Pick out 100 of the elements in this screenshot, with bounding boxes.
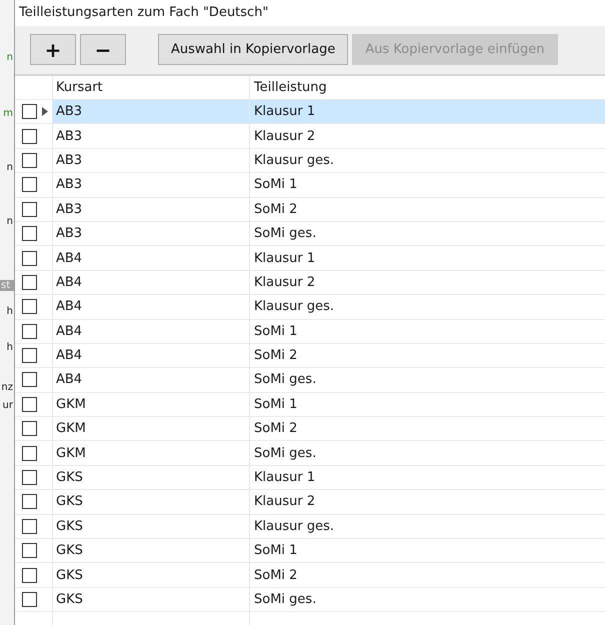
table-cell: AB3: [53, 222, 250, 246]
table-cell-text: SoMi 1: [253, 322, 298, 341]
table-cell-text: SoMi 2: [253, 566, 298, 585]
background-window-text: m: [3, 108, 13, 119]
table-row[interactable]: AB4 Klausur 2: [15, 270, 605, 296]
table-cell: AB4: [53, 368, 250, 392]
add-button[interactable]: +: [30, 34, 76, 65]
table-row[interactable]: AB4 SoMi 2: [15, 344, 605, 368]
table-cell: GKM: [53, 417, 250, 440]
table-cell: AB4: [53, 246, 250, 270]
column-header[interactable]: Teilleistung: [250, 76, 605, 99]
table-cell: AB4: [53, 295, 250, 319]
table-row[interactable]: GKM SoMi 2: [15, 417, 605, 442]
table-cell-text: Klausur 2: [253, 128, 316, 146]
table-row[interactable]: GKM SoMi 1: [15, 392, 605, 418]
table-cell-text: SoMi 1: [253, 542, 298, 560]
table-cell: GKS: [53, 563, 250, 587]
row-checkbox[interactable]: [22, 592, 37, 607]
table-cell: GKS: [53, 514, 250, 538]
table-cell-text: Klausur 2: [253, 274, 316, 292]
table-cell-text: SoMi ges.: [253, 371, 318, 390]
row-checkbox[interactable]: [22, 202, 37, 217]
table-row[interactable]: AB4 SoMi ges.: [15, 368, 605, 393]
column-header[interactable]: Kursart: [53, 76, 250, 99]
table-cell: AB4: [53, 320, 250, 343]
background-window-text: nz: [1, 382, 13, 393]
table-row[interactable]: AB4 Klausur 1: [15, 246, 605, 271]
row-checkbox[interactable]: [22, 543, 37, 558]
background-window-text: n: [6, 216, 13, 227]
table-row[interactable]: AB3 Klausur ges.: [15, 148, 605, 174]
table-row[interactable]: GKS Klausur 2: [15, 490, 605, 515]
table-cell: GKM: [53, 441, 250, 465]
remove-button[interactable]: −: [80, 34, 126, 65]
table-cell-text: Klausur 1: [253, 250, 316, 268]
table-cell-text: SoMi 2: [253, 347, 298, 366]
row-checkbox[interactable]: [22, 518, 37, 534]
toolbar-button[interactable]: Auswahl in Kopiervorlage: [158, 34, 348, 65]
table-row[interactable]: GKS Klausur 1: [15, 466, 605, 490]
table-cell-text: Klausur 1: [253, 469, 316, 488]
table-cell: GKM: [53, 392, 250, 416]
table-cell: AB3: [53, 148, 250, 172]
row-checkbox[interactable]: [22, 226, 37, 242]
table-cell: Klausur 1: [250, 100, 605, 124]
table-cell-text: Klausur ges.: [253, 518, 335, 536]
table-cell-text: Klausur ges.: [253, 298, 335, 316]
table-cell: AB3: [53, 173, 250, 197]
table-row[interactable]: GKS SoMi ges.: [15, 588, 605, 612]
row-checkbox[interactable]: [22, 324, 37, 339]
dialog-title: Teilleistungsarten zum Fach "Deutsch": [18, 4, 270, 22]
table-cell: AB4: [53, 270, 250, 294]
background-window-text: st: [0, 280, 14, 291]
table-row[interactable]: AB3 Klausur 1: [15, 100, 605, 124]
row-checkbox[interactable]: [22, 568, 37, 583]
row-checkbox[interactable]: [22, 348, 37, 364]
table-row[interactable]: GKS SoMi 2: [15, 563, 605, 588]
background-window-text: h: [6, 306, 13, 317]
table-row[interactable]: AB3 SoMi 1: [15, 173, 605, 198]
table-row[interactable]: GKM SoMi ges.: [15, 441, 605, 466]
table-cell-text: SoMi 1: [253, 176, 298, 194]
background-window-text: h: [6, 342, 13, 353]
table-cell-text: SoMi 2: [253, 200, 298, 219]
table-cell-text: Klausur 2: [253, 493, 316, 512]
row-checkbox[interactable]: [22, 177, 37, 192]
table-cell: AB3: [53, 198, 250, 221]
row-checkbox[interactable]: [22, 421, 37, 436]
background-window-text: n: [6, 52, 13, 63]
table-row[interactable]: AB3 Klausur 2: [15, 124, 605, 149]
table-row[interactable]: GKS SoMi 1: [15, 539, 605, 564]
row-checkbox[interactable]: [22, 446, 37, 461]
table-row[interactable]: AB4 SoMi 1: [15, 320, 605, 344]
background-window-text: n: [6, 162, 13, 173]
table-cell: AB3: [53, 124, 250, 148]
table-cell-text: Klausur ges.: [253, 152, 335, 170]
table-cell: GKS: [53, 466, 250, 490]
table-cell-text: SoMi ges.: [253, 444, 318, 463]
table-cell-text: SoMi ges.: [253, 591, 318, 609]
table-cell-text: SoMi ges.: [253, 225, 318, 244]
table-row[interactable]: AB4 Klausur ges.: [15, 295, 605, 320]
table-cell-text: SoMi 1: [253, 396, 298, 414]
table-cell: GKS: [53, 490, 250, 514]
table-row[interactable]: AB3 SoMi 2: [15, 198, 605, 222]
background-window-text: ur: [2, 400, 13, 411]
row-checkbox[interactable]: [22, 494, 37, 510]
row-checkbox[interactable]: [22, 250, 37, 266]
row-checkbox[interactable]: [22, 104, 37, 120]
table-cell-text: SoMi 2: [253, 420, 298, 438]
table-cell: AB3: [53, 100, 250, 124]
row-checkbox[interactable]: [22, 470, 37, 486]
table-row[interactable]: AB3 SoMi ges.: [15, 222, 605, 246]
row-pointer-icon: [42, 107, 48, 116]
table-cell: GKS: [53, 588, 250, 612]
table-cell: GKS: [53, 539, 250, 562]
row-checkbox[interactable]: [22, 128, 37, 144]
table-cell: AB4: [53, 344, 250, 368]
row-checkbox[interactable]: [22, 152, 37, 168]
table-row[interactable]: GKS Klausur ges.: [15, 514, 605, 540]
row-checkbox[interactable]: [22, 274, 37, 290]
row-checkbox[interactable]: [22, 396, 37, 412]
row-checkbox[interactable]: [22, 372, 37, 388]
row-checkbox[interactable]: [22, 299, 37, 314]
